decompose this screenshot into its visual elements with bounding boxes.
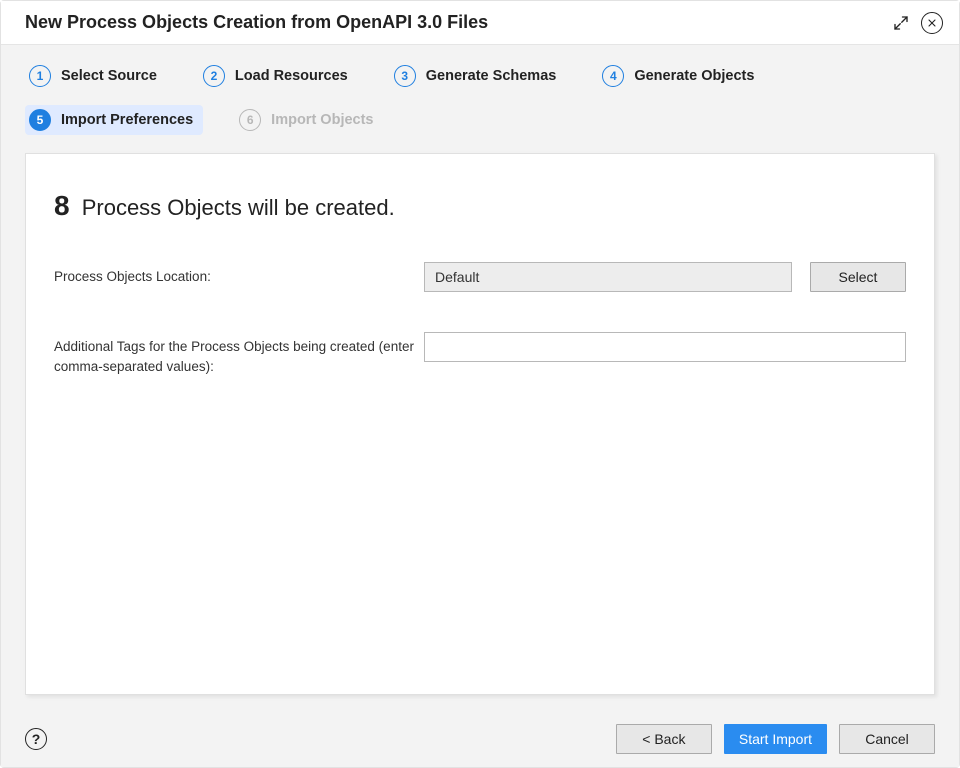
wizard-dialog: New Process Objects Creation from OpenAP… <box>0 0 960 768</box>
step-import-objects: 6 Import Objects <box>235 105 383 135</box>
headline: 8 Process Objects will be created. <box>54 190 906 222</box>
select-location-button[interactable]: Select <box>810 262 906 292</box>
location-value: Default <box>435 269 479 285</box>
cancel-button[interactable]: Cancel <box>839 724 935 754</box>
tags-row: Additional Tags for the Process Objects … <box>54 332 906 376</box>
step-number: 2 <box>203 65 225 87</box>
wizard-content-card: 8 Process Objects will be created. Proce… <box>25 153 935 695</box>
wizard-step-strip: 1 Select Source 2 Load Resources 3 Gener… <box>1 45 959 141</box>
dialog-footer: ? < Back Start Import Cancel <box>1 711 959 767</box>
step-label: Import Objects <box>271 112 373 128</box>
step-number: 1 <box>29 65 51 87</box>
location-row: Process Objects Location: Default Select <box>54 262 906 292</box>
step-load-resources[interactable]: 2 Load Resources <box>199 61 358 91</box>
step-label: Import Preferences <box>61 112 193 128</box>
step-generate-objects[interactable]: 4 Generate Objects <box>598 61 764 91</box>
start-import-button[interactable]: Start Import <box>724 724 827 754</box>
object-count: 8 <box>54 190 70 221</box>
tags-label: Additional Tags for the Process Objects … <box>54 332 424 376</box>
step-select-source[interactable]: 1 Select Source <box>25 61 167 91</box>
step-import-preferences[interactable]: 5 Import Preferences <box>25 105 203 135</box>
step-label: Generate Objects <box>634 68 754 84</box>
window-controls <box>889 11 943 35</box>
location-field: Default <box>424 262 792 292</box>
location-label: Process Objects Location: <box>54 262 424 287</box>
tags-input[interactable] <box>424 332 906 362</box>
step-label: Select Source <box>61 68 157 84</box>
back-button[interactable]: < Back <box>616 724 712 754</box>
help-icon[interactable]: ? <box>25 728 47 750</box>
step-number: 5 <box>29 109 51 131</box>
title-bar: New Process Objects Creation from OpenAP… <box>1 1 959 45</box>
step-number: 4 <box>602 65 624 87</box>
maximize-icon[interactable] <box>889 11 913 35</box>
dialog-title: New Process Objects Creation from OpenAP… <box>25 12 889 33</box>
step-label: Generate Schemas <box>426 68 557 84</box>
step-generate-schemas[interactable]: 3 Generate Schemas <box>390 61 567 91</box>
step-label: Load Resources <box>235 68 348 84</box>
step-number: 3 <box>394 65 416 87</box>
close-icon[interactable] <box>921 12 943 34</box>
headline-text: Process Objects will be created. <box>82 195 395 220</box>
step-number: 6 <box>239 109 261 131</box>
